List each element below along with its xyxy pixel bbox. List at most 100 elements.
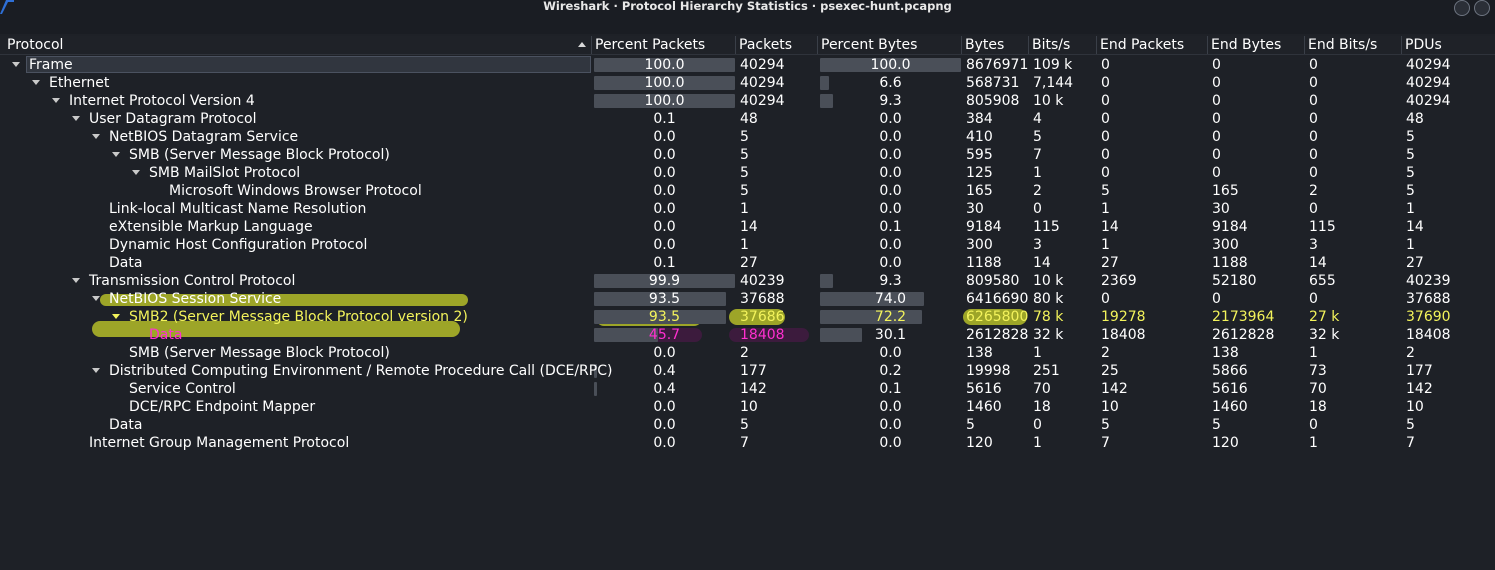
close-button[interactable] xyxy=(1474,0,1490,16)
tree-row[interactable]: Data 45.7 30.1 18408 2612828 32 k 18408 2612828… xyxy=(0,326,1495,344)
bytes-value: 384 xyxy=(966,111,993,127)
end-bits-per-second-value: 1 xyxy=(1309,435,1318,451)
percent-packets-value: 0.0 xyxy=(653,183,676,199)
window-title: Wireshark · Protocol Hierarchy Statistic… xyxy=(543,0,952,13)
bytes-value: 120 xyxy=(966,435,993,451)
expand-arrow-icon[interactable] xyxy=(112,152,120,157)
bytes-value: 568731 xyxy=(966,75,1020,91)
bits-per-second-value: 7,144 xyxy=(1033,75,1074,91)
minimize-button[interactable] xyxy=(1454,0,1470,16)
expand-arrow-icon[interactable] xyxy=(52,98,60,103)
end-bits-per-second-value: 3 xyxy=(1309,237,1318,253)
tree-row[interactable]: SMB (Server Message Block Protocol) 0.0 0.… xyxy=(0,146,1495,164)
expand-arrow-icon[interactable] xyxy=(72,116,80,121)
tree-row[interactable]: Internet Group Management Protocol 0.0 0.0… xyxy=(0,434,1495,452)
tree-row[interactable]: Data 0.0 0.0 5 5 0 5 5 0 5 xyxy=(0,416,1495,434)
expand-arrow-icon[interactable] xyxy=(92,134,100,139)
pdus-value: 37690 xyxy=(1406,309,1451,325)
tree-row[interactable]: Service Control 0.4 0.1 142 5616 70 142 5616 70 1… xyxy=(0,380,1495,398)
end-bytes-value: 1188 xyxy=(1212,255,1248,271)
percent-packets-value: 45.7 xyxy=(648,327,681,343)
expand-arrow-icon[interactable] xyxy=(92,368,100,373)
tree-row[interactable]: DCE/RPC Endpoint Mapper 0.0 0.0 10 1460 18 10 1… xyxy=(0,398,1495,416)
end-bits-per-second-value: 0 xyxy=(1309,93,1318,109)
tree-row[interactable]: Ethernet 100.0 6.6 40294 568731 7,144 0 0 0 40294 xyxy=(0,74,1495,92)
col-header-percent-bytes[interactable]: Percent Bytes xyxy=(817,36,959,54)
end-packets-value: 7 xyxy=(1101,435,1110,451)
expand-arrow-icon[interactable] xyxy=(112,314,120,319)
percent-bytes-value: 0.0 xyxy=(879,435,902,451)
end-bytes-value: 5866 xyxy=(1212,363,1248,379)
packets-value: 40294 xyxy=(740,93,785,109)
bits-per-second-value: 251 xyxy=(1033,363,1060,379)
bits-per-second-value: 0 xyxy=(1033,201,1042,217)
end-bits-per-second-value: 2 xyxy=(1309,183,1318,199)
percent-bytes-value: 100.0 xyxy=(870,57,911,73)
packets-value: 2 xyxy=(740,345,749,361)
pdus-value: 1 xyxy=(1406,237,1415,253)
percent-bytes-value: 0.0 xyxy=(879,165,902,181)
bits-per-second-value: 109 k xyxy=(1033,57,1073,73)
protocol-name: SMB MailSlot Protocol xyxy=(149,165,301,181)
tree-row[interactable]: Transmission Control Protocol 99.9 9.3 4023… xyxy=(0,272,1495,290)
end-packets-value: 2 xyxy=(1101,345,1110,361)
end-packets-value: 18408 xyxy=(1101,327,1146,343)
protocol-name: Data xyxy=(109,255,143,271)
percent-bytes-value: 0.0 xyxy=(879,111,902,127)
packets-value: 40294 xyxy=(740,75,785,91)
bytes-value: 138 xyxy=(966,345,993,361)
end-packets-value: 0 xyxy=(1101,129,1110,145)
protocol-name: SMB2 (Server Message Block Protocol vers… xyxy=(129,309,468,325)
expand-arrow-icon[interactable] xyxy=(132,170,140,175)
col-header-bytes[interactable]: Bytes xyxy=(961,36,1027,54)
tree-row[interactable]: User Datagram Protocol 0.1 0.0 48 384 4 0 0 0 48 xyxy=(0,110,1495,128)
percent-bytes-value: 30.1 xyxy=(874,327,907,343)
percent-packets-value: 0.0 xyxy=(653,147,676,163)
col-header-packets[interactable]: Packets xyxy=(735,36,815,54)
tree-row[interactable]: NetBIOS Session Service 93.5 74.0 37688 6416… xyxy=(0,290,1495,308)
col-header-percent-packets[interactable]: Percent Packets xyxy=(591,36,733,54)
tree-row[interactable]: Microsoft Windows Browser Protocol 0.0 0.0… xyxy=(0,182,1495,200)
expand-arrow-icon[interactable] xyxy=(12,62,20,67)
end-bits-per-second-value: 115 xyxy=(1309,219,1336,235)
percent-bytes-value: 0.0 xyxy=(879,399,902,415)
tree-row[interactable]: eXtensible Markup Language 0.0 0.1 14 9184 11… xyxy=(0,218,1495,236)
bytes-value: 30 xyxy=(966,201,984,217)
bits-per-second-value: 115 xyxy=(1033,219,1060,235)
end-packets-value: 0 xyxy=(1101,75,1110,91)
bits-per-second-value: 1 xyxy=(1033,165,1042,181)
expand-arrow-icon[interactable] xyxy=(32,80,40,85)
col-header-end-bytes[interactable]: End Bytes xyxy=(1207,36,1303,54)
end-packets-value: 5 xyxy=(1101,417,1110,433)
expand-arrow-icon[interactable] xyxy=(92,296,100,301)
tree-row[interactable]: SMB MailSlot Protocol 0.0 0.0 5 125 1 0 0 0 5 xyxy=(0,164,1495,182)
tree-row[interactable]: Dynamic Host Configuration Protocol 0.0 0.… xyxy=(0,236,1495,254)
col-header-end-bits-per-second[interactable]: End Bits/s xyxy=(1304,36,1400,54)
col-header-protocol[interactable]: Protocol xyxy=(0,36,592,54)
window-titlebar: Wireshark · Protocol Hierarchy Statistic… xyxy=(0,0,1495,34)
end-bits-per-second-value: 32 k xyxy=(1309,327,1340,343)
tree-row[interactable]: Distributed Computing Environment / Remo… xyxy=(0,362,1495,380)
end-packets-value: 25 xyxy=(1101,363,1119,379)
protocol-name: Microsoft Windows Browser Protocol xyxy=(169,183,422,199)
tree-row[interactable]: Data 0.1 0.0 27 1188 14 27 1188 14 27 xyxy=(0,254,1495,272)
tree-row[interactable]: Internet Protocol Version 4 100.0 9.3 40294… xyxy=(0,92,1495,110)
tree-row[interactable]: NetBIOS Datagram Service 0.0 0.0 5 410 5 0 0 0 5 xyxy=(0,128,1495,146)
end-bytes-value: 0 xyxy=(1212,147,1221,163)
protocol-name: Service Control xyxy=(129,381,236,397)
tree-row[interactable]: SMB (Server Message Block Protocol) 0.0 0.… xyxy=(0,344,1495,362)
bits-per-second-value: 14 xyxy=(1033,255,1051,271)
expand-arrow-icon[interactable] xyxy=(72,278,80,283)
tree-row[interactable]: Link-local Multicast Name Resolution 0.0 0… xyxy=(0,200,1495,218)
tree-row[interactable]: Frame 100.0 100.0 40294 8676971 109 k 0 0 0 40294 xyxy=(0,56,1495,74)
col-header-bits-per-second[interactable]: Bits/s xyxy=(1028,36,1094,54)
pdus-value: 2 xyxy=(1406,345,1415,361)
packets-value: 10 xyxy=(740,399,758,415)
packets-value: 5 xyxy=(740,129,749,145)
tree-row[interactable]: SMB2 (Server Message Block Protocol vers… xyxy=(0,294,1495,337)
col-header-pdus[interactable]: PDUs xyxy=(1401,36,1495,54)
end-bits-per-second-value: 0 xyxy=(1309,129,1318,145)
pdus-value: 5 xyxy=(1406,147,1415,163)
col-header-end-packets[interactable]: End Packets xyxy=(1096,36,1205,54)
end-bits-per-second-value: 0 xyxy=(1309,165,1318,181)
